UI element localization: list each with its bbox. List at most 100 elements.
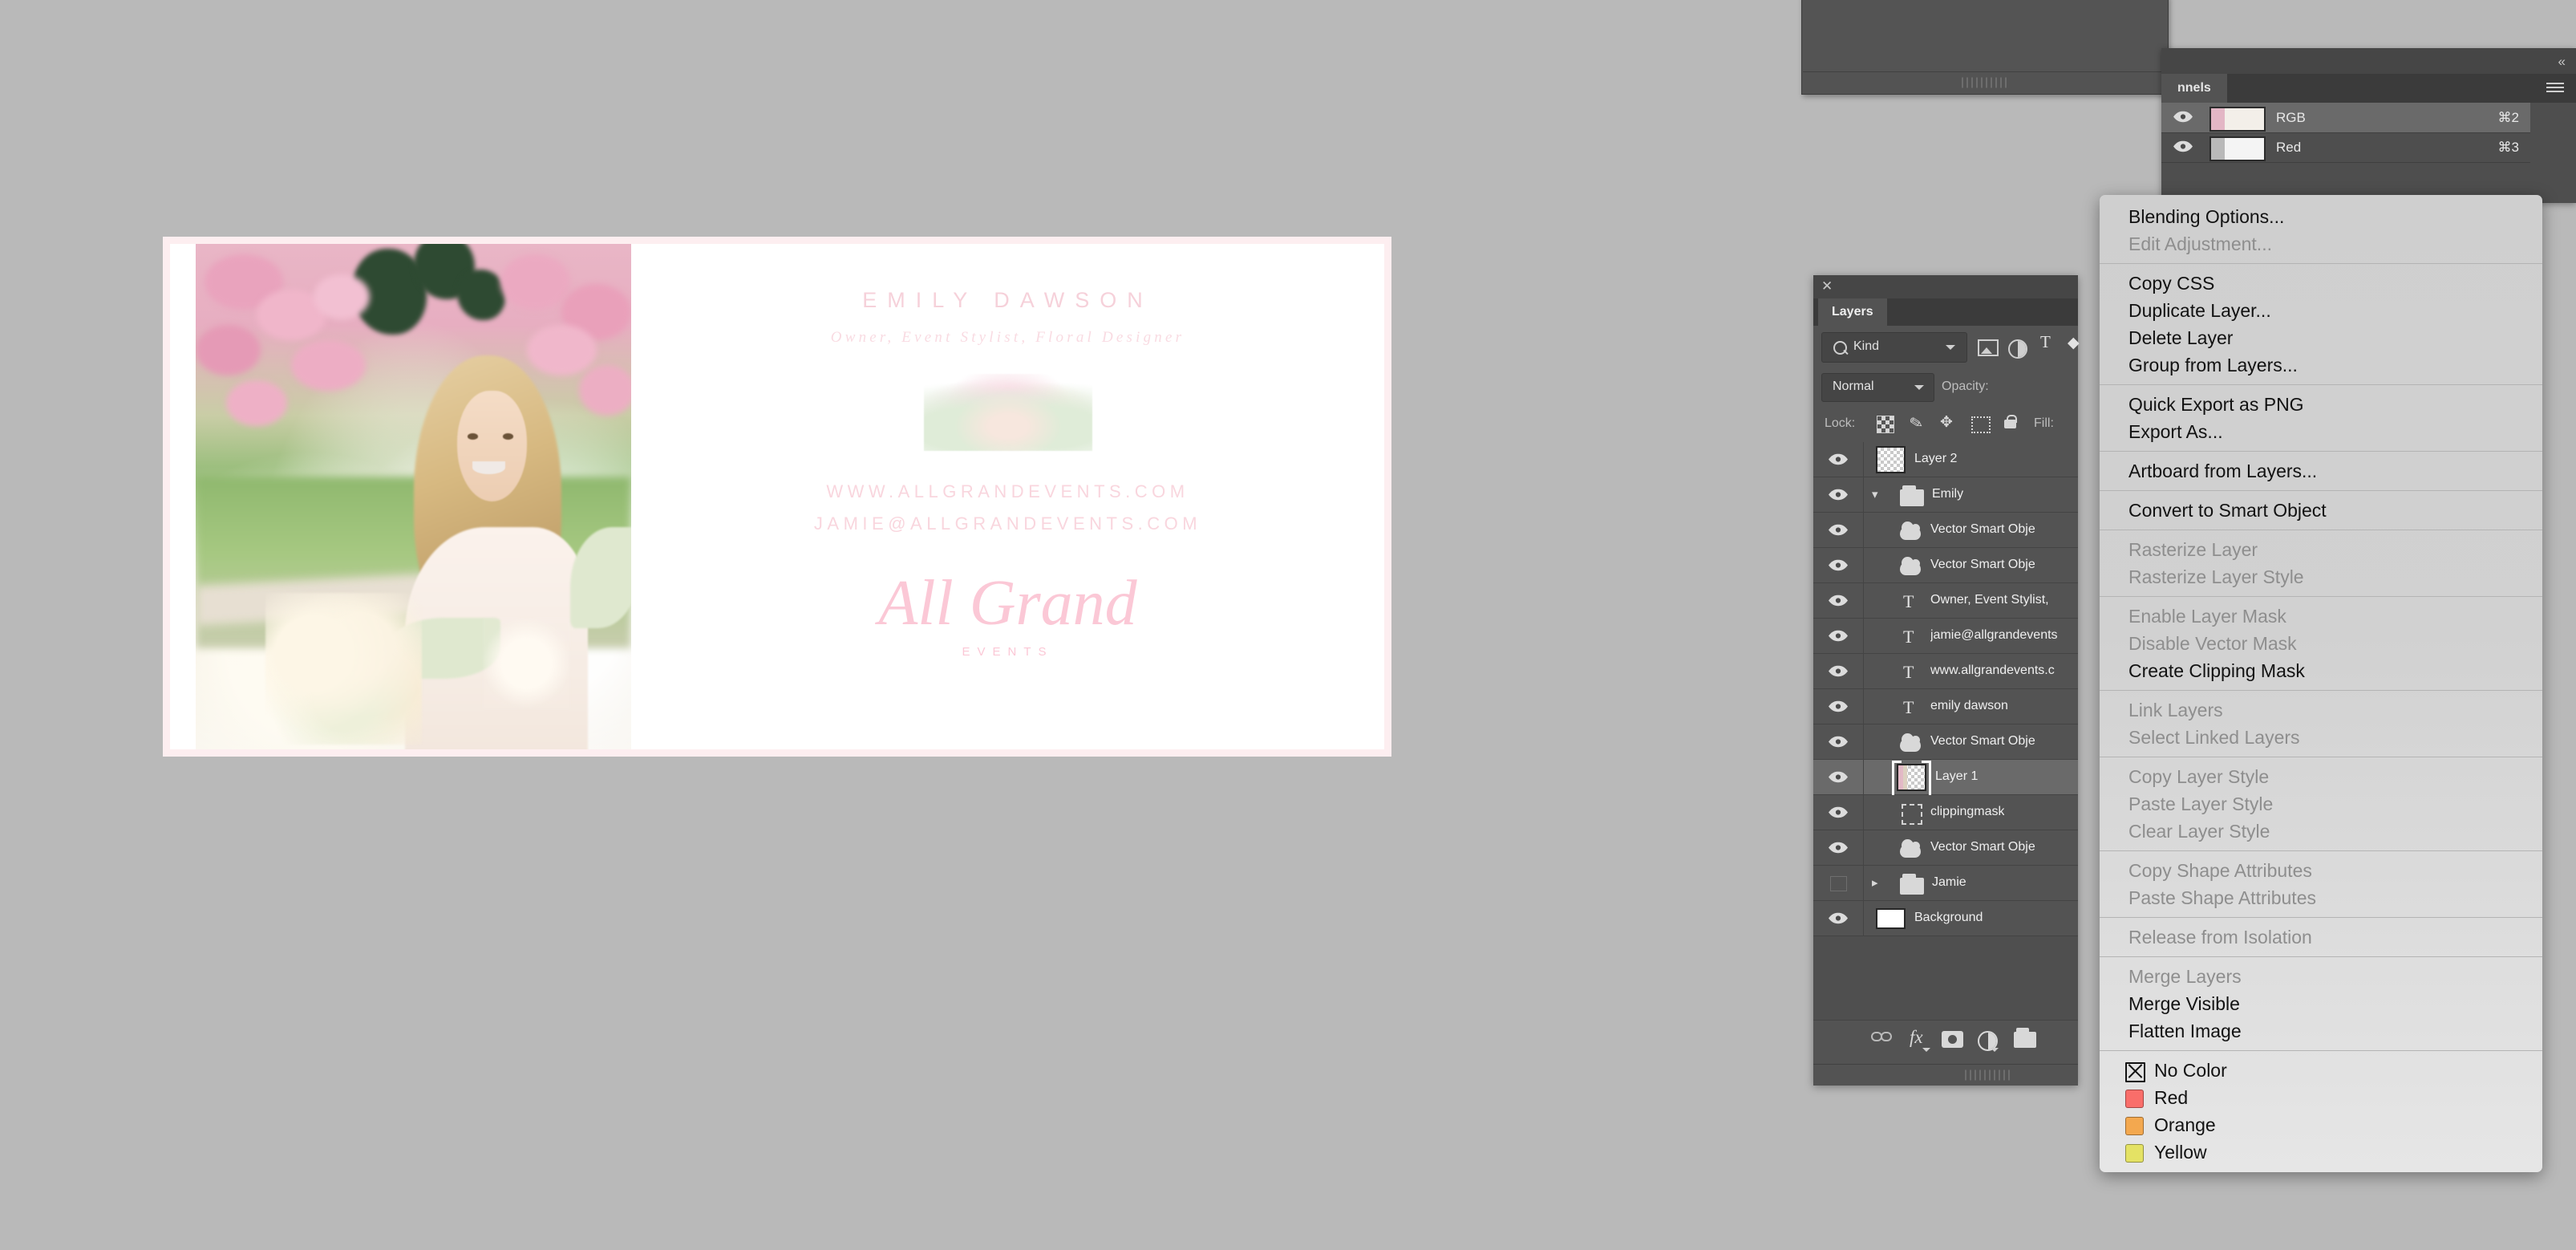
visibility-eye-icon[interactable] [1828, 595, 1849, 607]
filter-kind-select[interactable]: Kind [1821, 332, 1967, 363]
layer-list[interactable]: Layer 2 ▾ Emily Vector Smart Obje Vector Sma… [1813, 442, 2078, 1021]
card-email-text: JAMIE@ALLGRANDEVENTS.COM [813, 513, 1202, 534]
collapse-panel-icon[interactable]: « [2558, 54, 2566, 70]
menu-item: Enable Layer Mask [2128, 606, 2286, 627]
layer-filter-row: Kind T ◆ [1813, 326, 2080, 367]
menu-item-color[interactable]: Yellow [2100, 1138, 2542, 1166]
business-card-artwork: EMILY DAWSON Owner, Event Stylist, Flora… [170, 244, 1384, 749]
text-layer-icon: T [1903, 697, 1914, 717]
visibility-column [1813, 548, 1864, 582]
layer-style-fx-icon[interactable]: fx [1910, 1027, 1923, 1048]
visibility-eye-icon[interactable] [1828, 630, 1849, 642]
panel-menu-icon[interactable] [2546, 83, 2564, 95]
menu-item[interactable]: Blending Options... [2100, 203, 2542, 230]
layer-row[interactable]: Tjamie@allgrandevents [1813, 619, 2078, 654]
lock-all-icon[interactable] [2004, 415, 2017, 428]
layer-context-menu[interactable]: Blending Options... Edit Adjustment... Cop… [2100, 195, 2542, 1172]
vector-mask-icon [1902, 804, 1922, 825]
layer-row[interactable]: Layer 2 [1813, 442, 2078, 477]
visibility-eye-icon[interactable] [1828, 806, 1849, 818]
visibility-eye-icon[interactable] [1828, 912, 1849, 924]
resize-grip[interactable] [1962, 77, 2008, 88]
visibility-eye-icon[interactable] [1828, 559, 1849, 571]
menu-item-color[interactable]: Orange [2100, 1111, 2542, 1138]
panel-footer-grip-bar[interactable] [1803, 71, 2167, 93]
visibility-eye-icon[interactable] [1828, 489, 1849, 501]
layer-thumbnail[interactable] [1892, 761, 1931, 799]
resize-grip[interactable] [1964, 1069, 2011, 1081]
lock-image-pixels-icon[interactable]: ✎ [1908, 412, 1926, 435]
visibility-eye-icon[interactable] [1828, 736, 1849, 748]
menu-item[interactable]: Merge Visible [2100, 990, 2542, 1017]
disclosure-triangle-icon[interactable]: ▾ [1872, 487, 1878, 501]
menu-item[interactable]: Duplicate Layer... [2100, 297, 2542, 324]
menu-item-label: Orange [2154, 1114, 2216, 1135]
tab-channels[interactable]: nnels [2161, 74, 2227, 103]
lock-artboard-nesting-icon[interactable] [1971, 416, 1991, 433]
visibility-eye-icon[interactable] [1828, 524, 1849, 536]
layer-thumbnail[interactable] [1876, 908, 1906, 929]
text-layer-icon: T [1903, 591, 1914, 611]
layer-row[interactable]: T Owner, Event Stylist, [1813, 583, 2078, 619]
layer-row[interactable]: ▾ Emily [1813, 477, 2078, 513]
layer-row[interactable]: Background [1813, 901, 2078, 936]
menu-separator [2100, 490, 2542, 491]
layer-row[interactable]: clippingmask [1813, 795, 2078, 830]
menu-item[interactable]: Group from Layers... [2100, 351, 2542, 379]
visibility-eye-icon[interactable] [1828, 700, 1849, 712]
layer-row[interactable]: Twww.allgrandevents.c [1813, 654, 2078, 689]
layer-row[interactable]: Vector Smart Obje [1813, 830, 2078, 866]
close-icon[interactable]: ✕ [1821, 278, 1833, 294]
channel-row[interactable]: RGB ⌘2 [2161, 103, 2530, 133]
layer-row[interactable]: Vector Smart Obje [1813, 724, 2078, 760]
menu-item[interactable]: Export As... [2100, 418, 2542, 445]
visibility-column [1813, 830, 1864, 865]
menu-item[interactable]: Artboard from Layers... [2100, 457, 2542, 485]
layers-panel[interactable]: ✕ Layers Kind T ◆ Normal Opacity: Lock: … [1813, 275, 2080, 1086]
menu-item[interactable]: Quick Export as PNG [2100, 391, 2542, 418]
menu-item[interactable]: Flatten Image [2100, 1017, 2542, 1045]
layer-thumbnail[interactable] [1876, 446, 1906, 473]
portrait-photo [196, 244, 631, 749]
layer-row[interactable]: Layer 1 [1813, 760, 2078, 799]
lock-transparent-pixels-icon[interactable] [1877, 416, 1894, 433]
text-layer-icon: T [1903, 662, 1914, 682]
filter-type-icon[interactable]: T [2040, 332, 2051, 352]
menu-item-color[interactable]: No Color [2100, 1057, 2542, 1084]
layer-name: Background [1914, 911, 1983, 924]
layer-row[interactable]: Temily dawson [1813, 689, 2078, 724]
disclosure-triangle-icon[interactable]: ▸ [1872, 875, 1878, 890]
tab-layers[interactable]: Layers [1818, 298, 1887, 326]
menu-item: Copy Layer Style [2128, 766, 2270, 787]
document-canvas[interactable]: EMILY DAWSON Owner, Event Stylist, Flora… [163, 237, 1391, 757]
layer-row[interactable]: Vector Smart Obje [1813, 513, 2078, 548]
lock-position-icon[interactable]: ✥ [1940, 413, 1953, 432]
visibility-eye-icon[interactable] [1830, 876, 1847, 891]
visibility-eye-icon[interactable] [1828, 665, 1849, 677]
layer-name: emily dawson [1930, 699, 2008, 712]
channels-panel[interactable]: « nnels RGB ⌘2 Red ⌘3 [2161, 48, 2576, 203]
layer-row[interactable]: ▸ Jamie [1813, 866, 2078, 901]
new-group-icon[interactable] [2014, 1028, 2036, 1048]
layer-row[interactable]: Vector Smart Obje [1813, 548, 2078, 583]
visibility-eye-icon[interactable] [1828, 771, 1849, 783]
layer-name: Jamie [1932, 875, 1966, 889]
menu-item[interactable]: Create Clipping Mask [2100, 657, 2542, 684]
visibility-eye-icon[interactable] [2173, 140, 2193, 156]
visibility-eye-icon[interactable] [2173, 111, 2193, 127]
filter-shape-icon[interactable]: ◆ [2068, 334, 2080, 352]
blend-mode-select[interactable]: Normal [1821, 373, 1934, 402]
menu-item-color[interactable]: Red [2100, 1084, 2542, 1111]
link-layers-icon[interactable] [1871, 1031, 1892, 1042]
menu-item[interactable]: Convert to Smart Object [2100, 497, 2542, 524]
visibility-eye-icon[interactable] [1828, 453, 1849, 465]
card-name-text: EMILY DAWSON [862, 288, 1153, 312]
menu-item[interactable]: Copy CSS [2100, 270, 2542, 297]
filter-pixel-icon[interactable] [1978, 339, 1999, 356]
add-layer-mask-icon[interactable] [1942, 1031, 1963, 1048]
channel-row[interactable]: Red ⌘3 [2161, 132, 2530, 163]
layers-panel-bottom-bar[interactable] [1813, 1064, 2078, 1086]
menu-item[interactable]: Delete Layer [2100, 324, 2542, 351]
visibility-eye-icon[interactable] [1828, 842, 1849, 854]
filter-adjustment-icon[interactable] [2008, 339, 2027, 359]
